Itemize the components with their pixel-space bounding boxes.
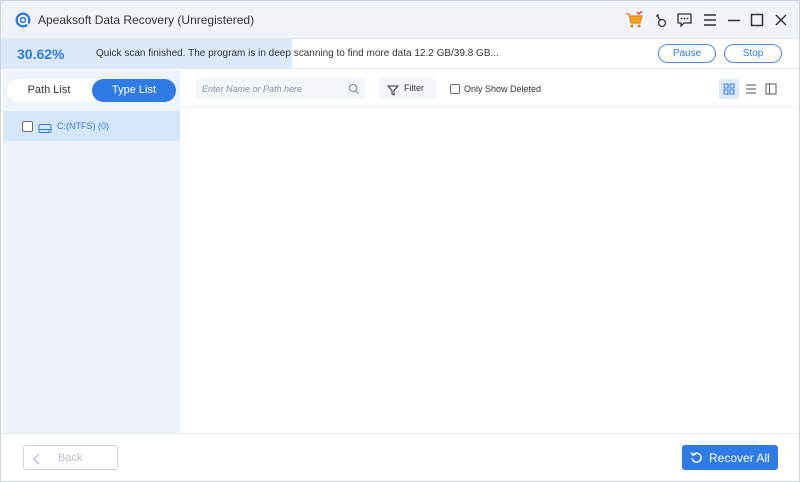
grid-view-button[interactable] [719, 79, 739, 99]
list-mode-toggle: Path List Type List [7, 79, 176, 102]
recover-all-button[interactable]: Recover All [682, 445, 778, 470]
tab-path-list[interactable]: Path List [7, 79, 91, 102]
tree-item-checkbox[interactable] [22, 121, 33, 132]
tab-type-list[interactable]: Type List [92, 79, 176, 102]
recover-icon [690, 451, 703, 469]
app-window: Apeaksoft Data Recovery (Unregistered) 3… [0, 0, 800, 482]
filter-button[interactable]: Filter [379, 78, 436, 99]
close-icon[interactable] [772, 11, 790, 29]
feedback-icon[interactable] [676, 11, 694, 29]
drive-icon [38, 121, 52, 139]
list-view-icon [746, 84, 756, 94]
stop-button[interactable]: Stop [724, 44, 782, 63]
back-label: Back [58, 452, 83, 464]
minimize-icon[interactable] [725, 11, 743, 29]
chevron-left-icon [32, 452, 42, 470]
app-logo-icon [15, 12, 31, 28]
filter-icon [386, 83, 400, 101]
file-content-area [180, 108, 799, 433]
progress-percentage: 30.62% [17, 46, 65, 62]
search-input[interactable] [202, 81, 342, 96]
search-box [196, 78, 366, 99]
only-show-deleted-label[interactable]: Only Show Deleted [464, 84, 541, 94]
scan-progress-bar: 30.62% Quick scan finished. The program … [1, 39, 799, 69]
maximize-icon[interactable] [748, 11, 766, 29]
menu-icon[interactable] [701, 11, 719, 29]
left-panel: Path List Type List C:(NTFS) (0) [3, 70, 180, 433]
key-icon[interactable] [653, 11, 671, 29]
tree-item-label: C:(NTFS) (0) [57, 121, 109, 131]
title-bar: Apeaksoft Data Recovery (Unregistered) [1, 1, 799, 39]
footer-bar: Back Recover All [1, 433, 799, 481]
detail-view-button[interactable] [761, 79, 781, 99]
shopping-cart-icon[interactable] [625, 11, 643, 29]
filter-label: Filter [404, 83, 424, 93]
list-view-button[interactable] [741, 79, 761, 99]
recover-all-label: Recover All [709, 451, 770, 465]
search-icon[interactable] [348, 82, 360, 100]
only-show-deleted-checkbox[interactable] [450, 84, 460, 94]
pause-button[interactable]: Pause [658, 44, 716, 63]
scan-status-message: Quick scan finished. The program is in d… [96, 48, 499, 59]
grid-view-icon [723, 83, 735, 95]
app-title: Apeaksoft Data Recovery (Unregistered) [38, 13, 255, 27]
detail-view-icon [765, 83, 777, 95]
tree-item-c-drive[interactable]: C:(NTFS) (0) [3, 111, 180, 141]
file-toolbar: Filter Only Show Deleted [180, 70, 799, 108]
back-button[interactable]: Back [23, 445, 118, 470]
